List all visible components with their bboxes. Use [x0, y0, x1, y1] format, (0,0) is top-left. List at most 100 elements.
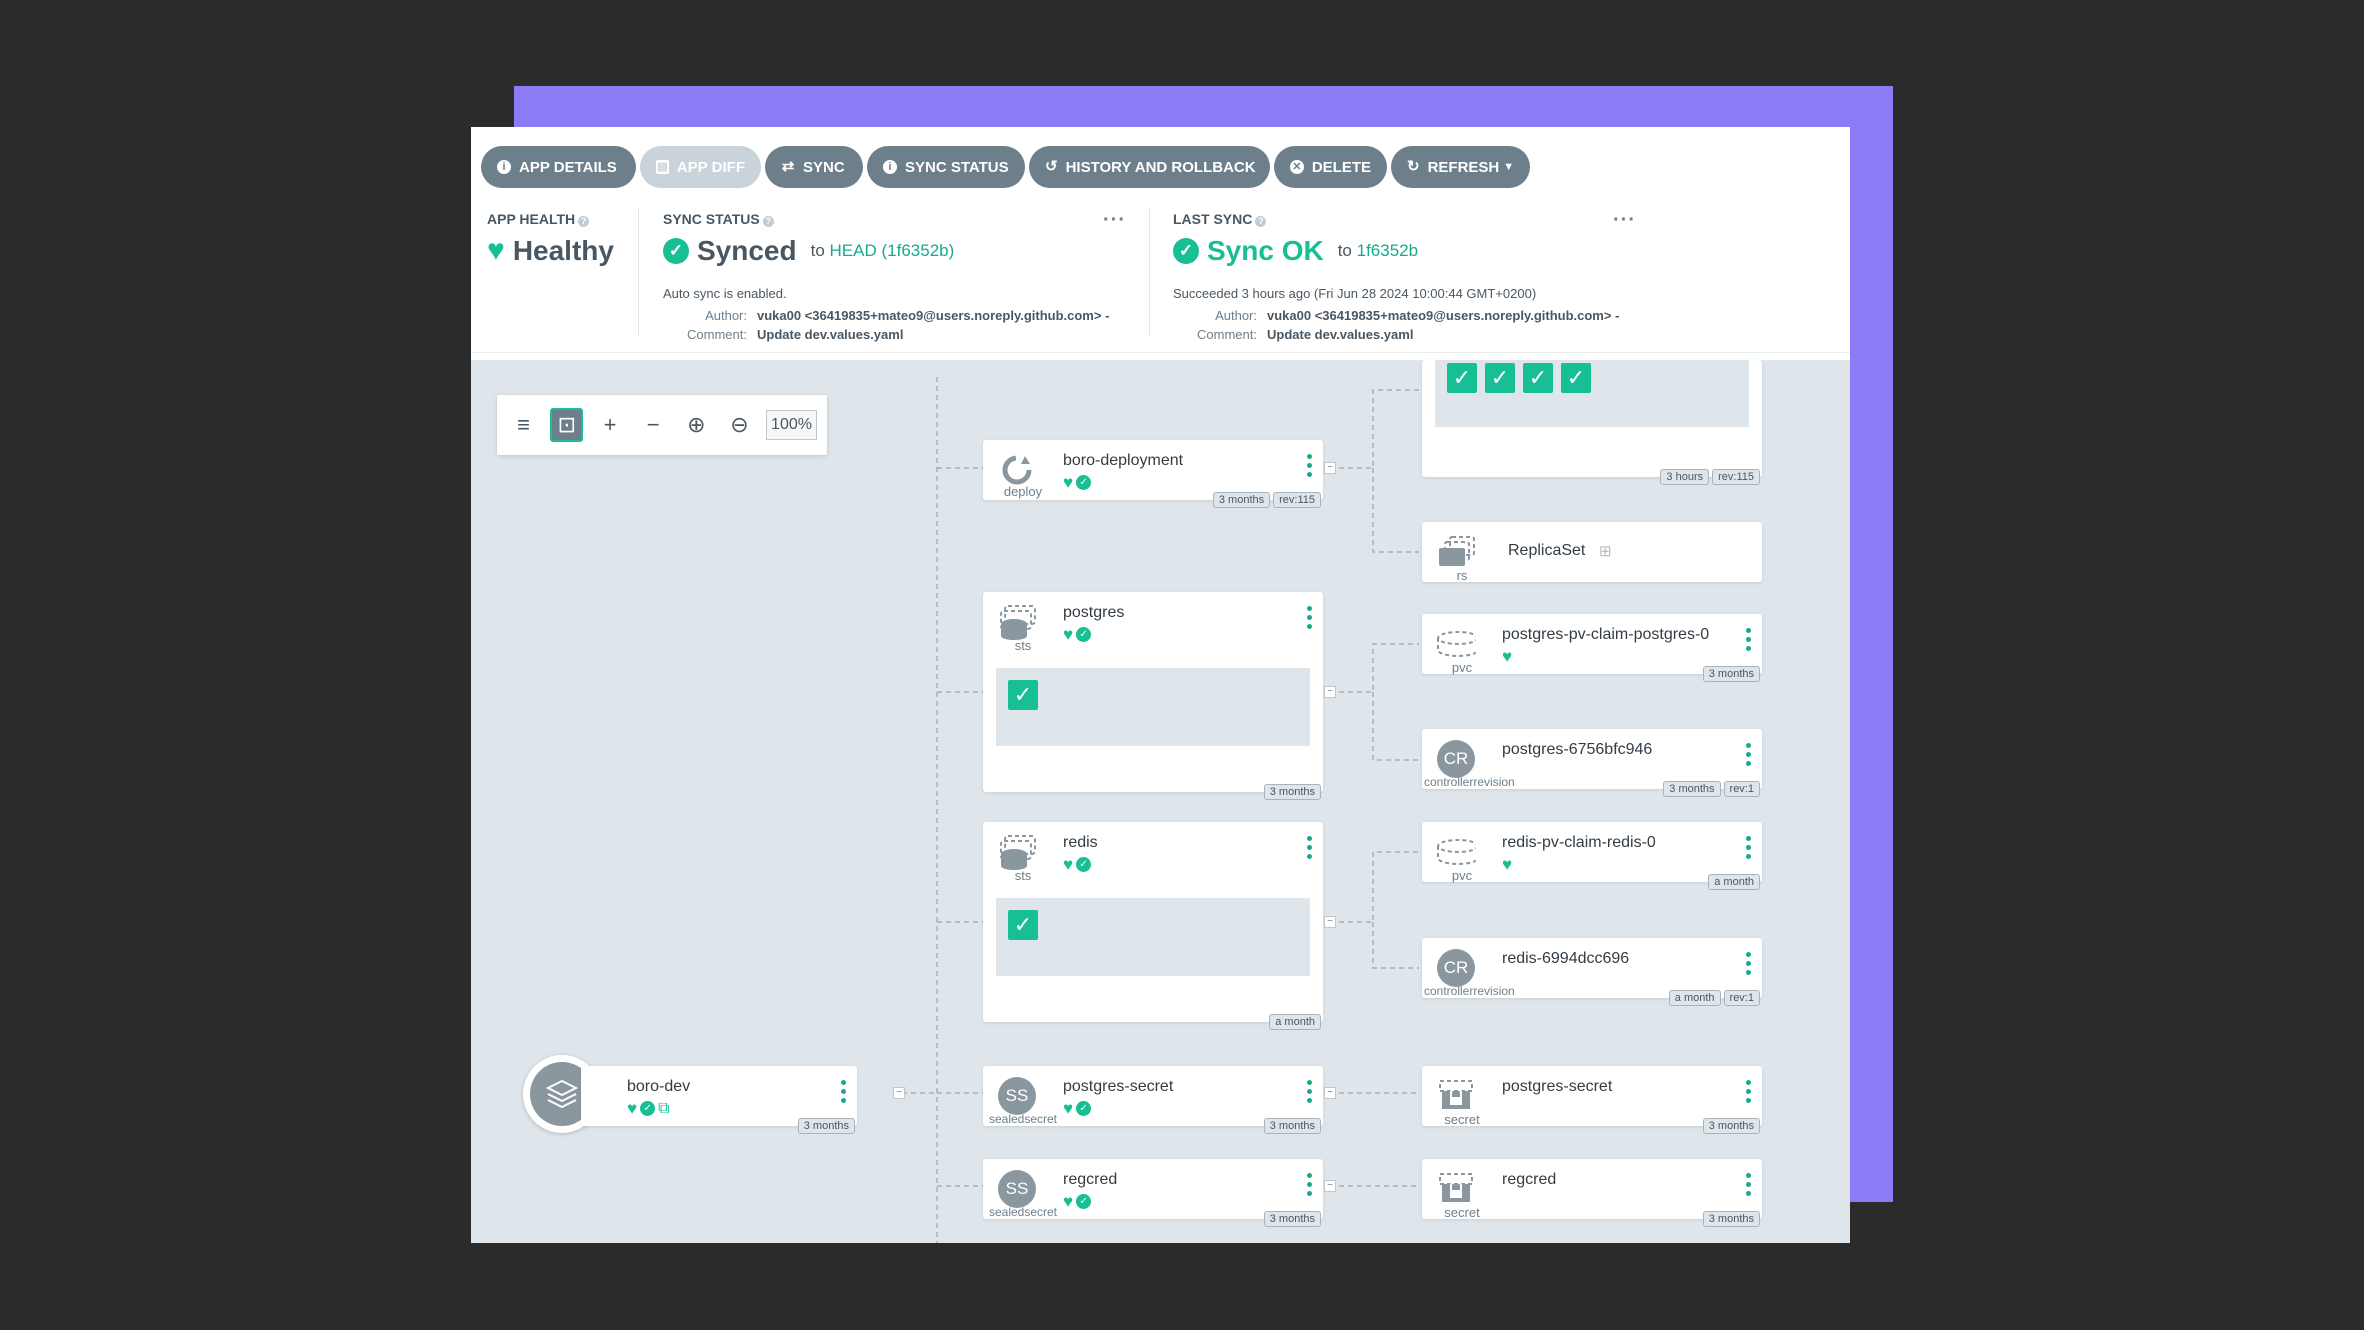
check-icon: ✓: [1076, 1101, 1092, 1116]
app-health-panel: APP HEALTH? ♥ Healthy: [487, 211, 614, 267]
help-icon[interactable]: ?: [578, 216, 590, 227]
comment-value: Update dev.values.yaml: [757, 327, 904, 342]
grouped-icon[interactable]: ⊞: [1599, 542, 1612, 560]
kebab-menu-icon[interactable]: [1746, 1080, 1752, 1103]
status-panels: APP HEALTH? ♥ Healthy SYNC STATUS? ··· ✓ S…: [471, 197, 1850, 353]
kebab-menu-icon[interactable]: [1307, 1080, 1313, 1103]
delete-button[interactable]: ✕ DELETE: [1274, 146, 1387, 188]
app-details-button[interactable]: i APP DETAILS: [481, 146, 636, 188]
kebab-menu-icon[interactable]: [1307, 836, 1313, 859]
check-circle-icon: ✓: [1173, 238, 1199, 264]
node-replicaset-pods[interactable]: ✓ ✓ ✓ ✓ 3 hours rev:115: [1422, 360, 1762, 485]
expand-all-icon[interactable]: +: [593, 408, 626, 442]
sealedsecret-icon: SS: [998, 1170, 1036, 1208]
pod-check-icon[interactable]: ✓: [1561, 363, 1591, 393]
kebab-menu-icon[interactable]: [1746, 836, 1752, 859]
fit-view-icon[interactable]: ⊡: [550, 408, 584, 442]
collapse-all-icon[interactable]: −: [637, 408, 670, 442]
node-redis[interactable]: sts redis ♥ ✓ ✓ a month: [983, 822, 1323, 1030]
list-view-icon[interactable]: ≡: [507, 408, 540, 442]
kebab-menu-icon[interactable]: [841, 1080, 847, 1103]
check-circle-icon: ✓: [663, 238, 689, 264]
author-value: vuka00 <36419835+mateo9@users.noreply.gi…: [1267, 308, 1620, 323]
pod-group: ✓: [996, 668, 1310, 746]
sync-status-panel: SYNC STATUS? ··· ✓ Synced to HEAD (1f6352b…: [663, 209, 1126, 342]
check-icon: ✓: [1076, 857, 1092, 872]
node-redis-pvc[interactable]: pvc redis-pv-claim-redis-0 ♥ a month: [1422, 822, 1762, 890]
zoom-out-icon[interactable]: ⊖: [723, 408, 756, 442]
pod-check-icon[interactable]: ✓: [1008, 910, 1038, 940]
statefulset-icon: [997, 832, 1037, 872]
pod-check-icon[interactable]: ✓: [1008, 680, 1038, 710]
pod-check-icon[interactable]: ✓: [1523, 363, 1553, 393]
more-icon[interactable]: ···: [1103, 209, 1126, 232]
info-icon: i: [497, 160, 511, 174]
node-postgres-secret[interactable]: secret postgres-secret 3 months: [1422, 1066, 1762, 1134]
last-sync-value: Sync OK: [1207, 235, 1324, 266]
help-icon[interactable]: ?: [1255, 216, 1267, 227]
sync-target-link[interactable]: HEAD (1f6352b): [830, 241, 955, 260]
heart-icon: ♥: [1502, 855, 1513, 874]
node-postgres[interactable]: sts postgres ♥ ✓ ✓ 3 months: [983, 592, 1323, 800]
node-postgres-pvc[interactable]: pvc postgres-pv-claim-postgres-0 ♥ 3 mon…: [1422, 614, 1762, 682]
check-icon: ✓: [1076, 475, 1092, 490]
refresh-button[interactable]: ↻ REFRESH ▼: [1391, 146, 1530, 188]
collapse-toggle[interactable]: −: [1324, 462, 1336, 474]
collapse-toggle[interactable]: −: [893, 1087, 905, 1099]
app-node-boro-dev[interactable]: boro-dev ♥ ✓ ⧉ 3 months: [581, 1066, 857, 1134]
collapse-toggle[interactable]: −: [1324, 1087, 1336, 1099]
kebab-menu-icon[interactable]: [1307, 1173, 1313, 1196]
sync-value: Synced: [697, 235, 797, 266]
pod-group: ✓: [996, 898, 1310, 976]
check-icon: ✓: [640, 1101, 656, 1116]
heart-icon: ♥: [627, 1099, 638, 1118]
last-sync-target-link[interactable]: 1f6352b: [1357, 241, 1418, 260]
caret-down-icon: ▼: [1503, 161, 1515, 173]
node-replicaset[interactable]: rs ReplicaSet ⊞: [1422, 522, 1762, 583]
help-icon[interactable]: ?: [762, 216, 774, 227]
node-postgres-controllerrevision[interactable]: CR controllerrevision postgres-6756bfc94…: [1422, 729, 1762, 797]
check-icon: ✓: [1076, 627, 1092, 642]
kebab-menu-icon[interactable]: [1746, 628, 1752, 651]
kebab-menu-icon[interactable]: [1746, 1173, 1752, 1196]
collapse-toggle[interactable]: −: [1324, 686, 1336, 698]
close-circle-icon: ✕: [1290, 160, 1304, 174]
collapse-toggle[interactable]: −: [1324, 1180, 1336, 1192]
kebab-menu-icon[interactable]: [1307, 606, 1313, 629]
collapse-toggle[interactable]: −: [1324, 916, 1336, 928]
node-regcred-secret[interactable]: secret regcred 3 months: [1422, 1159, 1762, 1227]
resource-tree-canvas[interactable]: ≡ ⊡ + − ⊕ ⊖ 100% boro-dev ♥ ✓ ⧉ 3 months d…: [471, 360, 1850, 1243]
kebab-menu-icon[interactable]: [1746, 743, 1752, 766]
app-diff-button[interactable]: ▤ APP DIFF: [640, 146, 761, 188]
divider: [1149, 207, 1150, 337]
kebab-menu-icon[interactable]: [1746, 952, 1752, 975]
toolbar: i APP DETAILS ▤ APP DIFF ⇄ SYNC i SYNC STATU…: [481, 146, 1530, 188]
zoom-level[interactable]: 100%: [766, 410, 817, 440]
zoom-in-icon[interactable]: ⊕: [680, 408, 713, 442]
file-icon: ▤: [656, 160, 669, 174]
node-regcred-sealed[interactable]: SS sealedsecret regcred ♥ ✓ 3 months: [983, 1159, 1323, 1227]
check-icon: ✓: [1076, 1194, 1092, 1209]
pod-check-icon[interactable]: ✓: [1447, 363, 1477, 393]
history-rollback-button[interactable]: ↺ HISTORY AND ROLLBACK: [1029, 146, 1270, 188]
pvc-icon: [1436, 624, 1476, 664]
node-postgres-secret-sealed[interactable]: SS sealedsecret postgres-secret ♥ ✓ 3 mon…: [983, 1066, 1323, 1134]
kebab-menu-icon[interactable]: [1307, 454, 1313, 477]
controllerrevision-icon: CR: [1437, 949, 1475, 987]
sync-status-button[interactable]: i SYNC STATUS: [867, 146, 1025, 188]
graph-zoom-toolbar: ≡ ⊡ + − ⊕ ⊖ 100%: [497, 395, 827, 455]
more-icon[interactable]: ···: [1613, 209, 1636, 232]
argocd-app-window: i APP DETAILS ▤ APP DIFF ⇄ SYNC i SYNC STATU…: [471, 127, 1850, 1243]
node-redis-controllerrevision[interactable]: CR controllerrevision redis-6994dcc696 a…: [1422, 938, 1762, 1006]
heart-icon: ♥: [1063, 1099, 1074, 1118]
author-value: vuka00 <36419835+mateo9@users.noreply.gi…: [757, 308, 1110, 323]
info-icon: i: [883, 160, 897, 174]
divider: [638, 207, 639, 337]
node-boro-deployment[interactable]: deploy boro-deployment ♥ ✓ 3 months rev:11…: [983, 440, 1323, 508]
pod-group: ✓ ✓ ✓ ✓: [1435, 360, 1749, 427]
external-link-icon[interactable]: ⧉: [658, 1101, 669, 1117]
heart-icon: ♥: [1063, 1192, 1074, 1211]
pod-check-icon[interactable]: ✓: [1485, 363, 1515, 393]
replicaset-icon: [1436, 532, 1476, 572]
sync-button[interactable]: ⇄ SYNC: [765, 146, 863, 188]
